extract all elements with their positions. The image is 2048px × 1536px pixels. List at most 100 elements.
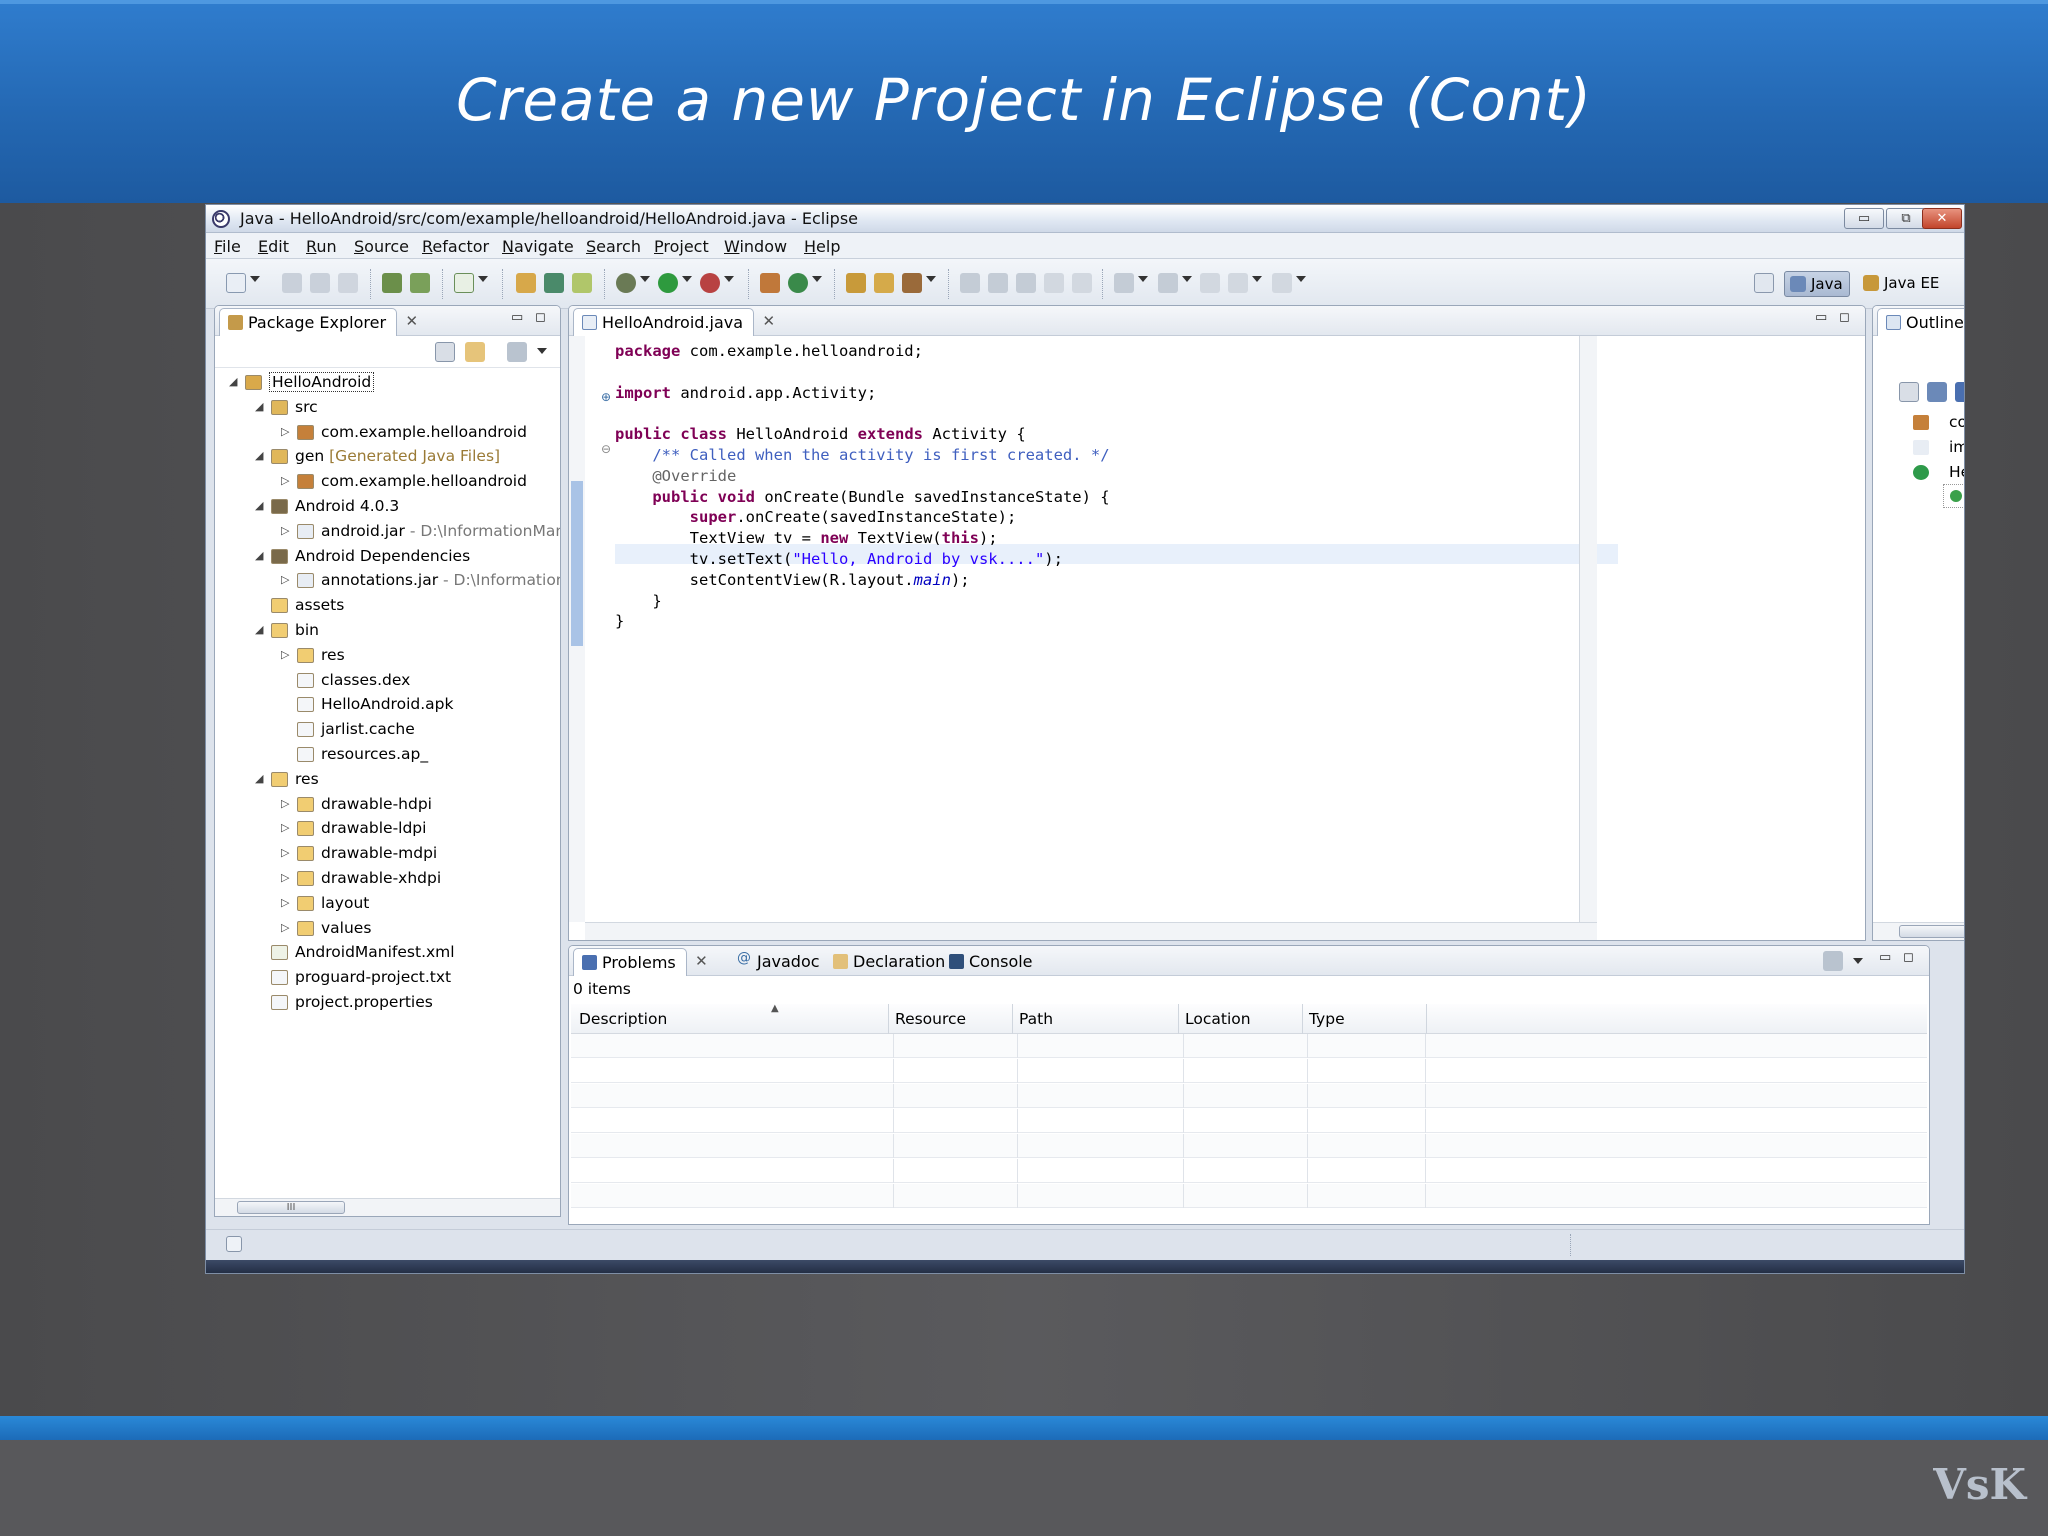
menu-navigate[interactable]: Navigate xyxy=(502,237,574,256)
tree-item[interactable]: ◢ Android 4.0.3 xyxy=(215,494,560,518)
previous-annotation-icon[interactable] xyxy=(1158,273,1178,293)
tree-item[interactable]: ▷ com.example.helloandroid xyxy=(215,420,560,444)
mark-occurrences-icon[interactable] xyxy=(988,273,1008,293)
link-with-editor-icon[interactable] xyxy=(465,342,485,362)
tree-item[interactable]: assets xyxy=(215,593,560,617)
expand-icon[interactable]: ▷ xyxy=(281,420,289,444)
task-dropdown-icon[interactable] xyxy=(478,276,488,282)
tree-item[interactable]: ▷ values xyxy=(215,916,560,940)
maximize-button[interactable]: ⧉ xyxy=(1886,208,1926,229)
editor-vertical-scrollbar[interactable] xyxy=(1579,336,1597,922)
hide-fields-icon[interactable] xyxy=(1955,382,1964,402)
column-path[interactable]: Path xyxy=(1019,1004,1179,1034)
external-tools-dropdown-icon[interactable] xyxy=(724,276,734,282)
minimize-button[interactable]: ▭ xyxy=(1844,208,1884,229)
tree-item[interactable]: ▷ com.example.helloandroid xyxy=(215,469,560,493)
tree-item[interactable]: project.properties xyxy=(215,990,560,1014)
minimize-view-icon[interactable]: ▭ xyxy=(1879,950,1891,965)
tree-item[interactable]: resources.ap_ xyxy=(215,742,560,766)
close-tab-icon[interactable]: ✕ xyxy=(762,312,775,330)
tree-horizontal-scrollbar[interactable]: III xyxy=(215,1198,560,1216)
tree-item[interactable]: ◢ HelloAndroid xyxy=(215,370,560,394)
new-class-dropdown-icon[interactable] xyxy=(812,276,822,282)
collapse-all-icon[interactable] xyxy=(435,342,455,362)
perspective-java-ee[interactable]: Java EE xyxy=(1858,271,1945,297)
scrollbar-thumb[interactable]: III xyxy=(237,1201,345,1214)
menu-file[interactable]: File xyxy=(214,237,241,256)
collapse-icon[interactable]: ◢ xyxy=(255,444,263,468)
tree-item[interactable]: classes.dex xyxy=(215,668,560,692)
next-annotation-icon[interactable] xyxy=(1114,273,1134,293)
fast-view-icon[interactable] xyxy=(226,1236,242,1252)
sort-icon[interactable] xyxy=(1927,382,1947,402)
open-type-icon[interactable] xyxy=(846,273,866,293)
close-tab-icon[interactable]: ✕ xyxy=(405,312,418,330)
tab-package-explorer[interactable]: Package Explorer ✕ xyxy=(219,308,418,336)
tree-item[interactable]: proguard-project.txt xyxy=(215,965,560,989)
outline-item[interactable]: onCreate(Bundle) : xyxy=(1943,484,1964,509)
menu-edit[interactable]: Edit xyxy=(258,237,289,256)
checkbox-task-icon[interactable] xyxy=(454,273,474,293)
back-dropdown-icon[interactable] xyxy=(1252,276,1262,282)
outline-item[interactable]: com.example.helloandro xyxy=(1873,410,1964,434)
tree-item[interactable]: ▷ drawable-mdpi xyxy=(215,841,560,865)
run-icon[interactable] xyxy=(658,273,678,293)
expand-icon[interactable]: ▷ xyxy=(281,519,289,543)
view-menu-icon[interactable] xyxy=(537,348,547,354)
tree-item[interactable]: ▷ drawable-hdpi xyxy=(215,792,560,816)
search-dropdown-icon[interactable] xyxy=(926,276,936,282)
new-android-xml-icon[interactable] xyxy=(572,273,592,293)
expand-icon[interactable]: ▷ xyxy=(281,916,289,940)
print-icon[interactable] xyxy=(338,273,358,293)
expand-icon[interactable]: ▷ xyxy=(281,792,289,816)
minimize-view-icon[interactable]: ▭ xyxy=(1815,310,1827,325)
open-task-icon[interactable] xyxy=(874,273,894,293)
new-class-icon[interactable] xyxy=(788,273,808,293)
run-dropdown-icon[interactable] xyxy=(682,276,692,282)
block-selection-icon[interactable] xyxy=(1016,273,1036,293)
last-edit-icon[interactable] xyxy=(1200,273,1220,293)
tab-outline[interactable]: Outline ✕ xyxy=(1877,308,1964,336)
new-java-project-icon[interactable] xyxy=(516,273,536,293)
tab-javadoc[interactable]: @ Javadoc xyxy=(729,948,830,976)
collapse-icon[interactable]: ◢ xyxy=(255,395,263,419)
column-type[interactable]: Type xyxy=(1309,1004,1427,1034)
save-all-icon[interactable] xyxy=(310,273,330,293)
expand-icon[interactable]: ▷ xyxy=(281,816,289,840)
minimize-view-icon[interactable]: ▭ xyxy=(511,310,523,325)
forward-dropdown-icon[interactable] xyxy=(1296,276,1306,282)
new-icon[interactable] xyxy=(226,273,246,293)
expand-icon[interactable]: ▷ xyxy=(281,643,289,667)
focus-task-icon[interactable] xyxy=(1823,951,1843,971)
next-annotation-dropdown-icon[interactable] xyxy=(1138,276,1148,282)
menu-help[interactable]: Help xyxy=(804,237,840,256)
previous-annotation-dropdown-icon[interactable] xyxy=(1182,276,1192,282)
tree-item[interactable]: ▷ layout xyxy=(215,891,560,915)
save-icon[interactable] xyxy=(282,273,302,293)
tab-declaration[interactable]: Declaration xyxy=(825,948,955,976)
toggle-annotation-icon[interactable] xyxy=(960,273,980,293)
tab-problems[interactable]: Problems ✕ xyxy=(573,948,708,976)
expand-import-icon[interactable]: ⊕ xyxy=(601,390,611,404)
tree-item[interactable]: ◢ Android Dependencies xyxy=(215,544,560,568)
close-tab-icon[interactable]: ✕ xyxy=(695,952,708,970)
view-menu-icon[interactable] xyxy=(1853,958,1863,964)
tree-item[interactable]: ▷ res xyxy=(215,643,560,667)
back-icon[interactable] xyxy=(1228,273,1248,293)
expand-icon[interactable]: ▷ xyxy=(281,568,289,592)
maximize-view-icon[interactable]: ◻ xyxy=(535,310,546,325)
menu-window[interactable]: Window xyxy=(724,237,787,256)
tree-item[interactable]: ▷ drawable-ldpi xyxy=(215,816,560,840)
external-tools-icon[interactable] xyxy=(700,273,720,293)
debug-dropdown-icon[interactable] xyxy=(640,276,650,282)
outline-item[interactable]: HelloAndroid xyxy=(1873,460,1964,484)
paragraph-icon[interactable] xyxy=(1072,273,1092,293)
menu-run[interactable]: Run xyxy=(306,237,337,256)
tree-item[interactable]: AndroidManifest.xml xyxy=(215,940,560,964)
search-icon[interactable] xyxy=(902,273,922,293)
outline-item[interactable]: import declarations xyxy=(1873,435,1964,459)
code-area[interactable]: package com.example.helloandroid; import … xyxy=(615,342,1615,922)
tree-item[interactable]: ◢ res xyxy=(215,767,560,791)
tab-helloandroid-java[interactable]: HelloAndroid.java ✕ xyxy=(573,308,775,336)
outline-horizontal-scrollbar[interactable]: III xyxy=(1873,922,1964,940)
